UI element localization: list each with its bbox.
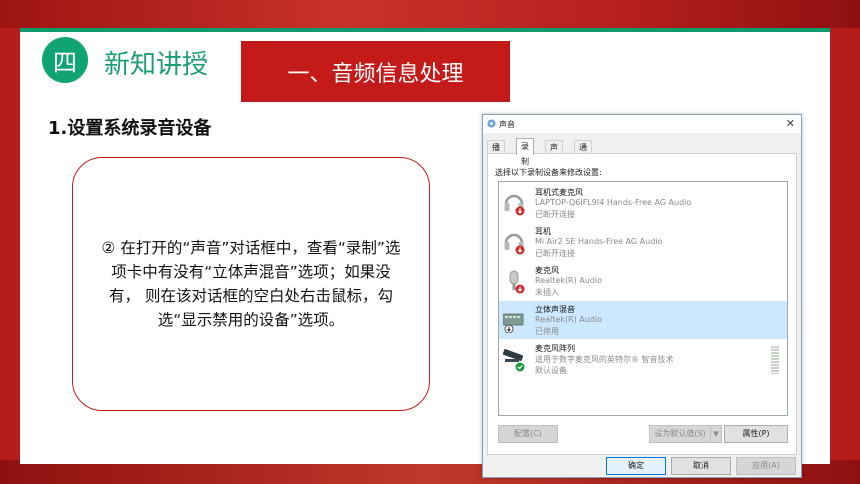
headset-icon xyxy=(504,233,525,255)
tab-playback[interactable]: 播放 xyxy=(487,140,505,165)
device-name: 立体声混音 xyxy=(535,305,575,314)
instruction-note-text: ② 在打开的“声音”对话框中，查看“录制”选项卡中有没有“立体声混音”选项；如果… xyxy=(101,239,401,329)
device-name: 耳机式麦克风 xyxy=(535,188,583,197)
dialog-title: 声音 xyxy=(499,120,515,129)
ok-button[interactable]: 确定 xyxy=(606,457,666,475)
list-item[interactable]: 麦克风 Realtek(R) Audio 未插入 xyxy=(499,262,787,300)
chevron-down-icon[interactable]: ▼ xyxy=(710,425,722,443)
microphone-icon xyxy=(509,270,525,294)
section-title: 新知讲授 xyxy=(104,50,209,80)
sound-dialog: 声音 ✕ 播放 录制 声音 通信 选择以下录制设备来修改设置: 耳机式麦克风 L… xyxy=(482,114,802,478)
list-item[interactable]: 耳机 Mi Air2 SE Hands-Free AG Audio 已断开连接 xyxy=(499,223,787,261)
speaker-icon xyxy=(487,119,496,128)
header-accent-line xyxy=(20,28,830,32)
topic-banner: 一、音频信息处理 xyxy=(241,41,510,102)
set-default-button[interactable]: 设为默认值(S) xyxy=(649,425,711,443)
instruction-note-box: ② 在打开的“声音”对话框中，查看“录制”选项卡中有没有“立体声混音”选项；如果… xyxy=(72,157,430,411)
device-status: 默认设备 xyxy=(535,366,567,375)
list-item[interactable]: 耳机式麦克风 LAPTOP-Q6IFL9I4 Hands-Free AG Aud… xyxy=(499,184,787,222)
dialog-titlebar: 声音 ✕ xyxy=(483,115,801,133)
device-name: 麦克风 xyxy=(535,266,559,275)
list-item-selected[interactable]: 立体声混音 Realtek(R) Audio 已停用 xyxy=(499,301,787,339)
level-meter xyxy=(771,346,779,374)
apply-button[interactable]: 应用(A) xyxy=(736,457,796,475)
step-heading: 1.设置系统录音设备 xyxy=(48,118,212,139)
device-description: 适用于数字麦克风的英特尔® 智音技术 xyxy=(535,355,674,364)
device-description: Mi Air2 SE Hands-Free AG Audio xyxy=(535,237,663,246)
configure-button[interactable]: 配置(C) xyxy=(498,425,558,443)
device-description: Realtek(R) Audio xyxy=(535,315,603,324)
device-description: Realtek(R) Audio xyxy=(535,276,603,285)
close-icon[interactable]: ✕ xyxy=(786,117,795,130)
decorative-top-band xyxy=(0,0,860,28)
headset-icon xyxy=(504,194,525,216)
mic-array-icon xyxy=(503,349,525,372)
device-name: 耳机 xyxy=(535,227,551,236)
device-name: 麦克风阵列 xyxy=(535,344,575,353)
device-status: 已断开连接 xyxy=(535,210,575,219)
properties-button[interactable]: 属性(P) xyxy=(724,425,788,443)
cancel-button[interactable]: 取消 xyxy=(671,457,731,475)
tab-sounds[interactable]: 声音 xyxy=(545,140,563,165)
device-description: LAPTOP-Q6IFL9I4 Hands-Free AG Audio xyxy=(535,198,692,207)
stereo-mix-icon xyxy=(503,313,524,333)
device-status: 已停用 xyxy=(535,327,559,336)
instruction-label: 选择以下录制设备来修改设置: xyxy=(495,168,602,177)
tab-communications[interactable]: 通信 xyxy=(574,140,592,165)
section-number-badge: 四 xyxy=(42,37,88,83)
device-status: 已断开连接 xyxy=(535,249,575,258)
recording-device-list[interactable]: 耳机式麦克风 LAPTOP-Q6IFL9I4 Hands-Free AG Aud… xyxy=(498,181,788,416)
tab-recording[interactable]: 录制 xyxy=(516,138,534,166)
default-check-icon xyxy=(515,362,525,372)
device-status: 未插入 xyxy=(535,288,559,297)
list-item[interactable]: 麦克风阵列 适用于数字麦克风的英特尔® 智音技术 默认设备 xyxy=(499,340,787,378)
